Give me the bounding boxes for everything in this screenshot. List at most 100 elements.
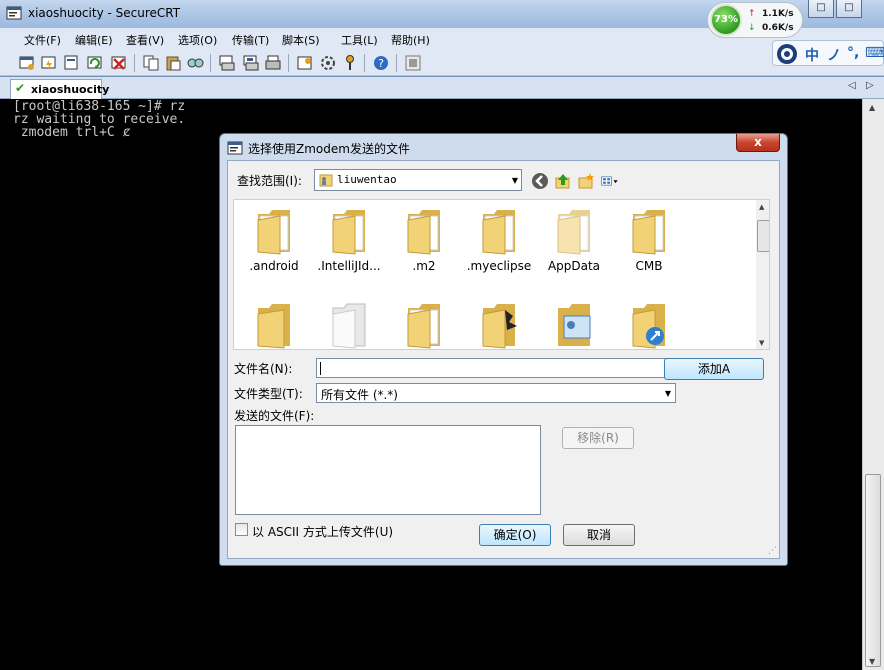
dialog-body: 查找范围(I): liuwentao ▼ .android .IntelliJI… (227, 160, 780, 559)
file-item-row2[interactable] (538, 300, 610, 349)
tab-scroll-right-icon[interactable]: ▷ (866, 80, 874, 91)
menu-view[interactable]: 查看(V) (126, 32, 164, 48)
connect-in-tab-icon[interactable] (62, 54, 80, 72)
folder-icon (632, 210, 665, 255)
chevron-down-icon[interactable]: ▼ (512, 176, 518, 185)
file-item-row2[interactable] (238, 300, 310, 349)
keymap-icon[interactable] (341, 54, 359, 72)
file-item-android[interactable]: .android (238, 206, 310, 278)
file-name: .android (249, 259, 299, 273)
view-menu-icon[interactable] (601, 172, 619, 190)
file-item-appdata[interactable]: AppData (538, 206, 610, 278)
shortcut-folder-icon (632, 304, 665, 349)
file-list-scroll-thumb[interactable] (757, 220, 769, 252)
reconnect-icon[interactable] (86, 54, 104, 72)
toolbar-separator (396, 54, 397, 72)
file-name: .m2 (412, 259, 436, 273)
menu-transfer[interactable]: 传输(T) (232, 32, 269, 48)
minimize-button[interactable]: □ (808, 0, 834, 18)
file-name: .myeclipse (466, 259, 532, 273)
scroll-up-icon[interactable]: ▲ (869, 103, 875, 112)
global-options-icon[interactable] (319, 54, 337, 72)
print-screen-icon[interactable] (218, 54, 236, 72)
filetype-select[interactable]: 所有文件 (*.*) ▼ (316, 383, 676, 403)
maximize-button[interactable]: □ (836, 0, 862, 18)
folder-icon (482, 210, 515, 255)
menu-file[interactable]: 文件(F) (24, 32, 61, 48)
usage-percent: 73% (710, 4, 742, 36)
help-icon[interactable]: ? (372, 54, 390, 72)
terminal-scroll-thumb[interactable] (865, 474, 881, 667)
copy-icon[interactable] (142, 54, 160, 72)
cancel-button[interactable]: 取消 (563, 524, 635, 546)
print-icon[interactable] (264, 54, 282, 72)
quick-connect-icon[interactable] (40, 54, 58, 72)
connected-check-icon: ✔ (15, 81, 26, 95)
tab-scroll-left-icon[interactable]: ◁ (848, 80, 856, 91)
new-folder-icon[interactable] (577, 172, 595, 190)
file-list[interactable]: .android .IntelliJId... .m2 .myeclipse A… (233, 199, 770, 350)
sent-files-list[interactable] (235, 425, 541, 515)
resize-grip-icon[interactable]: ⋰ (768, 546, 777, 556)
file-item-cmb[interactable]: CMB (613, 206, 685, 278)
sftp-icon[interactable] (404, 54, 422, 72)
session-tab[interactable]: ✔ xiaoshuocity (10, 79, 109, 99)
download-arrow-icon: ↓ (748, 23, 756, 33)
network-monitor[interactable]: 73% ↑ 1.1K/s ↓ 0.6K/s (707, 2, 803, 38)
dialog-close-button[interactable]: x (736, 134, 780, 152)
session-options-icon[interactable] (296, 54, 314, 72)
folder-icon (407, 210, 440, 255)
scroll-down-icon[interactable]: ▼ (759, 339, 764, 347)
lookin-label: 查找范围(I): (237, 174, 302, 188)
back-icon[interactable] (531, 172, 549, 190)
toolbar-separator (134, 54, 135, 72)
file-item-row2[interactable] (388, 300, 460, 349)
ime-chinese-mode-icon[interactable]: 中 (805, 45, 819, 65)
menu-script[interactable]: 脚本(S) (282, 32, 320, 48)
scroll-up-icon[interactable]: ▲ (759, 203, 764, 211)
disconnect-icon[interactable] (110, 54, 128, 72)
filename-input[interactable] (316, 358, 676, 378)
scroll-down-icon[interactable]: ▼ (869, 657, 875, 666)
games-folder-icon (482, 304, 517, 349)
file-item-row2[interactable] (613, 300, 685, 349)
folder-icon (332, 303, 366, 349)
remove-button[interactable]: 移除(R) (562, 427, 634, 449)
ok-button[interactable]: 确定(O) (479, 524, 551, 546)
ascii-upload-label: 以 ASCII 方式上传文件(U) (252, 525, 394, 539)
file-item-row2[interactable] (313, 300, 385, 349)
lookin-combobox[interactable]: liuwentao ▼ (314, 169, 522, 191)
ime-toolbar[interactable]: 中 ノ °, ⌨ (772, 40, 884, 66)
add-button[interactable]: 添加A (664, 358, 764, 380)
ime-halfwidth-icon[interactable]: ノ (827, 45, 841, 65)
ascii-upload-checkbox[interactable] (235, 523, 248, 536)
filetype-value: 所有文件 (*.*) (321, 388, 398, 402)
text-caret (320, 362, 321, 375)
contacts-folder-icon (558, 304, 591, 346)
file-item-row2[interactable] (463, 300, 535, 349)
print-selection-icon[interactable] (242, 54, 260, 72)
session-tab-bar: ✔ xiaoshuocity ◁ ▷ (0, 77, 884, 99)
ime-logo-icon[interactable] (776, 43, 798, 65)
toolbar-separator (210, 54, 211, 72)
find-icon[interactable] (186, 54, 204, 72)
file-list-scrollbar[interactable]: ▲ ▼ (756, 200, 769, 349)
menu-help[interactable]: 帮助(H) (391, 32, 430, 48)
ime-punctuation-icon[interactable]: °, (847, 45, 859, 61)
menu-options[interactable]: 选项(O) (178, 32, 217, 48)
session-tab-label: xiaoshuocity (31, 83, 110, 96)
connect-icon[interactable] (18, 54, 36, 72)
file-item-intellij[interactable]: .IntelliJId... (313, 206, 385, 278)
file-item-myeclipse[interactable]: .myeclipse (463, 206, 535, 278)
terminal-scrollbar[interactable]: ▲ ▼ (862, 99, 884, 670)
menu-tools[interactable]: 工具(L) (341, 32, 378, 48)
chevron-down-icon[interactable]: ▼ (665, 389, 671, 398)
ime-keyboard-icon[interactable]: ⌨ (865, 45, 884, 61)
paste-icon[interactable] (164, 54, 182, 72)
file-item-m2[interactable]: .m2 (388, 206, 460, 278)
terminal-line: zmodem trl+C ȼ (13, 125, 131, 140)
svg-text:?: ? (378, 57, 384, 70)
menu-edit[interactable]: 编辑(E) (75, 32, 113, 48)
dialog-app-icon (227, 141, 243, 155)
up-folder-icon[interactable] (554, 172, 572, 190)
